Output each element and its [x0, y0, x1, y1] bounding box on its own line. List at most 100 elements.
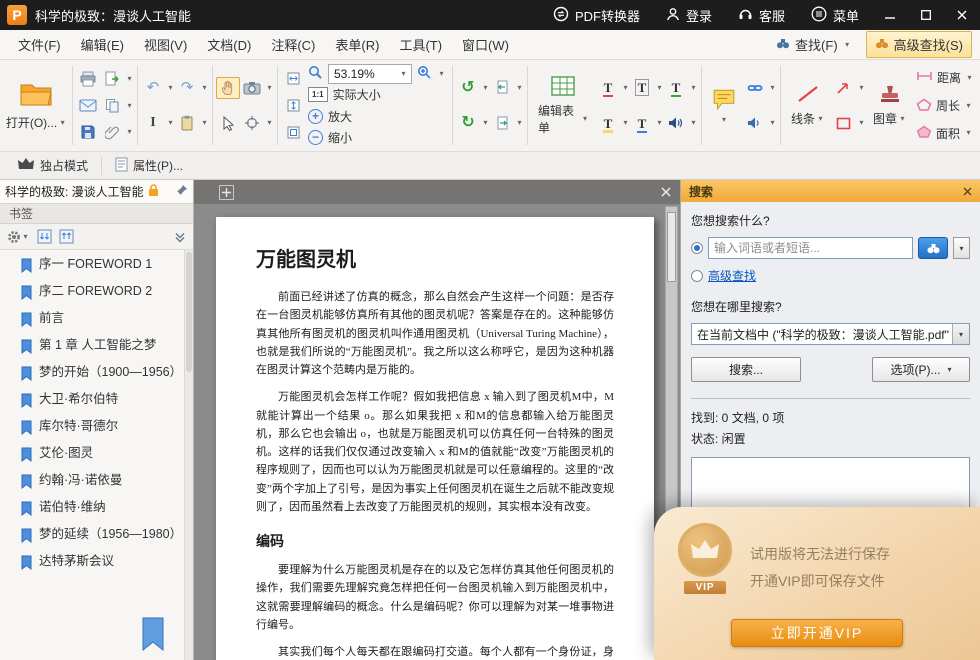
activate-vip-button[interactable]: 立即开通VIP: [731, 619, 903, 647]
previous-view-icon[interactable]: [490, 77, 514, 99]
rotate-cw-icon[interactable]: [456, 112, 480, 134]
zoom-out-button[interactable]: 缩小: [305, 127, 355, 148]
next-view-icon[interactable]: [490, 112, 514, 134]
snapshot-icon[interactable]: [240, 77, 264, 99]
stamp-button[interactable]: 图章: [866, 84, 914, 127]
search-scope-dropdown[interactable]: [952, 324, 969, 344]
find-dropdown[interactable]: [843, 41, 852, 49]
bookmark-item[interactable]: 库尔特·哥德尔: [4, 415, 181, 442]
advanced-find-button[interactable]: 高级查找(S): [866, 31, 972, 58]
maximize-button[interactable]: [908, 0, 944, 30]
next-view-dropdown[interactable]: [515, 119, 524, 127]
rotate-ccw-dropdown[interactable]: [481, 84, 490, 92]
bookmarks-options-dropdown[interactable]: [21, 233, 30, 241]
save-icon[interactable]: [76, 121, 100, 143]
text-edit-icon[interactable]: [636, 116, 649, 131]
link-icon[interactable]: [743, 77, 767, 99]
select-text-icon[interactable]: [141, 112, 165, 134]
expand-bookmarks-button[interactable]: [35, 227, 54, 246]
rectangle-shape-icon[interactable]: [832, 112, 856, 134]
menu-edit[interactable]: 编辑(E): [71, 31, 134, 58]
bookmark-item[interactable]: 艾伦·图灵: [4, 442, 181, 469]
bookmark-item[interactable]: 达特茅斯会议: [4, 550, 181, 577]
comment-dropdown[interactable]: [719, 116, 728, 124]
text-box-dropdown[interactable]: [655, 84, 664, 92]
search-close-icon[interactable]: [963, 187, 972, 196]
text-edit-dropdown[interactable]: [655, 119, 664, 127]
document-scrollbar-thumb[interactable]: [667, 212, 676, 282]
bookmark-item[interactable]: 梦的延续（1956—1980）: [4, 523, 181, 550]
fit-visible-icon[interactable]: [281, 121, 305, 143]
properties-button[interactable]: 属性(P)...: [106, 154, 192, 178]
more-panel-chevrons-icon[interactable]: [172, 229, 188, 245]
distance-dropdown[interactable]: [965, 74, 974, 82]
menu-button[interactable]: 菜单: [798, 0, 872, 30]
zoom-in-button[interactable]: 放大: [305, 106, 355, 127]
menu-form[interactable]: 表单(R): [325, 31, 389, 58]
bookmark-item[interactable]: 第 1 章 人工智能之梦: [4, 334, 181, 361]
arrow-shape-dropdown[interactable]: [857, 84, 866, 92]
select-tool-icon[interactable]: [216, 112, 240, 134]
menu-tools[interactable]: 工具(T): [389, 31, 452, 58]
exclusive-mode-button[interactable]: 独占模式: [8, 154, 97, 177]
zoom-level-combobox[interactable]: 53.19%: [328, 64, 412, 84]
redo-icon[interactable]: [175, 77, 199, 99]
export-icon[interactable]: [100, 68, 124, 90]
copy-icon[interactable]: [100, 95, 124, 117]
zoom-combobox-dropdown[interactable]: [399, 70, 408, 78]
redo-dropdown[interactable]: [200, 84, 209, 92]
copy-dropdown[interactable]: [125, 102, 134, 110]
bookmark-item[interactable]: 前言: [4, 307, 181, 334]
open-dropdown[interactable]: [58, 119, 67, 127]
undo-dropdown[interactable]: [166, 84, 175, 92]
pdf-converter-button[interactable]: PDF转换器: [540, 0, 653, 30]
search-options-button[interactable]: 选项(P)...: [872, 357, 970, 382]
typewriter-dropdown[interactable]: [689, 84, 698, 92]
select-text-dropdown[interactable]: [166, 119, 175, 127]
previous-view-dropdown[interactable]: [515, 84, 524, 92]
edit-form-button[interactable]: 编辑表单: [531, 63, 596, 148]
distance-button[interactable]: 距离: [914, 65, 976, 91]
close-button[interactable]: [944, 0, 980, 30]
search-scope-combobox[interactable]: 在当前文档中 ("科学的极致：漫谈人工智能.pdf": [691, 323, 970, 345]
search-input[interactable]: [708, 237, 913, 259]
attach-icon[interactable]: [100, 121, 124, 143]
text-highlight-dropdown[interactable]: [621, 119, 630, 127]
bookmark-item[interactable]: 梦的开始（1900—1956）: [4, 361, 181, 388]
rotate-ccw-icon[interactable]: [456, 77, 480, 99]
new-tab-button[interactable]: [219, 185, 234, 200]
speaker-icon[interactable]: [743, 112, 767, 134]
print-icon[interactable]: [76, 68, 100, 90]
attach-dropdown[interactable]: [125, 128, 134, 136]
run-search-button[interactable]: [918, 237, 948, 259]
rotate-cw-dropdown[interactable]: [481, 119, 490, 127]
typewriter-icon[interactable]: [670, 80, 683, 95]
export-dropdown[interactable]: [125, 75, 134, 83]
login-button[interactable]: 登录: [653, 0, 725, 30]
clipboard-icon[interactable]: [175, 112, 199, 134]
menu-window[interactable]: 窗口(W): [452, 31, 519, 58]
find-button[interactable]: 查找(F): [767, 31, 861, 58]
perimeter-button[interactable]: 周长: [914, 93, 975, 119]
advanced-search-radio[interactable]: [691, 270, 703, 282]
zoom-tool-dropdown[interactable]: [437, 70, 446, 78]
bookmarks-options-button[interactable]: [5, 228, 32, 246]
menu-view[interactable]: 视图(V): [134, 31, 197, 58]
link-dropdown[interactable]: [768, 84, 777, 92]
close-document-icon[interactable]: [661, 187, 671, 197]
text-underline-dropdown[interactable]: [621, 84, 630, 92]
minimize-button[interactable]: [872, 0, 908, 30]
stamp-dropdown[interactable]: [898, 115, 907, 123]
bookmark-item[interactable]: 序二 FOREWORD 2: [4, 280, 181, 307]
clipboard-dropdown[interactable]: [200, 119, 209, 127]
text-box-icon[interactable]: [635, 79, 650, 96]
text-underline-red-icon[interactable]: [602, 80, 615, 95]
snapshot-dropdown[interactable]: [265, 84, 274, 92]
arrow-shape-icon[interactable]: [832, 77, 856, 99]
lines-button[interactable]: 线条: [784, 84, 832, 127]
menu-document[interactable]: 文档(D): [197, 31, 261, 58]
rectangle-shape-dropdown[interactable]: [857, 119, 866, 127]
advanced-search-link[interactable]: 高级查找: [708, 267, 756, 284]
comment-button[interactable]: [705, 88, 743, 124]
sound-comment-icon[interactable]: [664, 112, 688, 134]
